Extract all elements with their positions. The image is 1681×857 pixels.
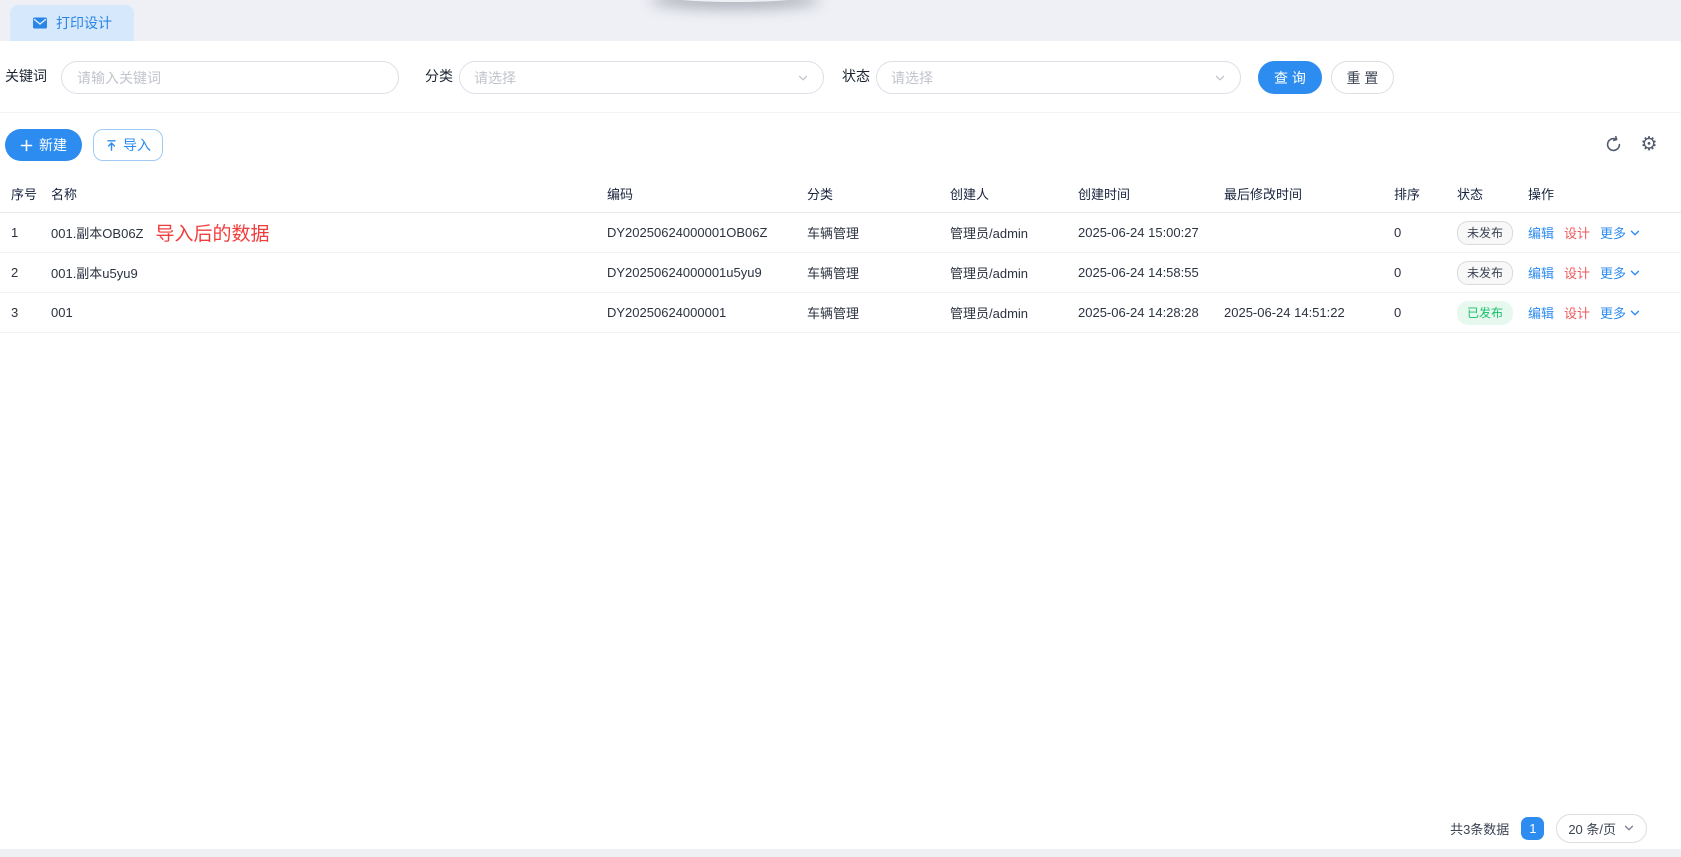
cell-modified-at: 2025-06-24 14:51:22 — [1224, 305, 1394, 320]
toolbar: 新建 导入 ⚙ — [0, 113, 1681, 175]
cell-creator: 管理员/admin — [950, 223, 1078, 242]
status-badge: 未发布 — [1457, 221, 1513, 245]
cell-name: 001 — [51, 305, 607, 320]
table-header: 序号名称编码分类创建人创建时间最后修改时间排序状态操作 — [0, 175, 1681, 213]
design-link[interactable]: 设计 — [1564, 263, 1590, 282]
cell-creator: 管理员/admin — [950, 303, 1078, 322]
cell-created-at: 2025-06-24 14:58:55 — [1078, 265, 1224, 280]
table-row: 2 001.副本u5yu9 DY20250624000001u5yu9 车辆管理… — [0, 253, 1681, 293]
cell-category: 车辆管理 — [807, 263, 950, 282]
search-button[interactable]: 查 询 — [1258, 61, 1322, 94]
plus-icon — [20, 139, 33, 152]
tab-label: 打印设计 — [56, 13, 112, 33]
design-link[interactable]: 设计 — [1564, 303, 1590, 322]
column-header: 状态 — [1457, 184, 1528, 203]
pagination: 共3条数据 1 20 条/页 — [1450, 812, 1647, 844]
filter-bar: 关键词 分类 请选择 状态 请选择 查 询 重 置 — [0, 41, 1681, 113]
page-size-select[interactable]: 20 条/页 — [1556, 814, 1647, 843]
upload-icon — [105, 139, 118, 152]
column-header: 创建人 — [950, 184, 1078, 203]
edit-link[interactable]: 编辑 — [1528, 223, 1554, 242]
status-select[interactable]: 请选择 — [876, 61, 1241, 94]
cell-index: 2 — [0, 265, 51, 280]
new-button[interactable]: 新建 — [5, 129, 82, 161]
cell-sort: 0 — [1394, 225, 1457, 240]
cell-actions: 编辑 设计 更多 — [1528, 263, 1670, 282]
column-header: 最后修改时间 — [1224, 184, 1394, 203]
cell-category: 车辆管理 — [807, 303, 950, 322]
cell-code: DY20250624000001u5yu9 — [607, 265, 807, 280]
more-link[interactable]: 更多 — [1600, 303, 1641, 322]
edit-link[interactable]: 编辑 — [1528, 303, 1554, 322]
record-name: 001.副本OB06Z — [51, 223, 144, 242]
edit-link[interactable]: 编辑 — [1528, 263, 1554, 282]
cell-actions: 编辑 设计 更多 — [1528, 223, 1670, 242]
tab-bar: 打印设计 — [0, 0, 1681, 41]
status-label: 状态 — [842, 66, 870, 86]
cell-created-at: 2025-06-24 14:28:28 — [1078, 305, 1224, 320]
reset-button[interactable]: 重 置 — [1331, 61, 1394, 94]
column-header: 创建时间 — [1078, 184, 1224, 203]
annotation-text: 导入后的数据 — [156, 219, 270, 246]
category-label: 分类 — [425, 66, 453, 86]
category-select[interactable]: 请选择 — [459, 61, 824, 94]
refresh-icon[interactable] — [1602, 133, 1624, 155]
cell-name: 001.副本OB06Z 导入后的数据 — [51, 219, 607, 246]
record-name: 001 — [51, 305, 73, 320]
column-header: 名称 — [51, 184, 607, 203]
cell-index: 3 — [0, 305, 51, 320]
chevron-down-icon — [1629, 267, 1641, 279]
keyword-input[interactable] — [61, 61, 399, 94]
more-link-label: 更多 — [1600, 223, 1626, 242]
cell-status: 已发布 — [1457, 301, 1528, 325]
chevron-down-icon — [1629, 227, 1641, 239]
more-link[interactable]: 更多 — [1600, 223, 1641, 242]
chevron-down-icon — [797, 72, 809, 84]
more-link[interactable]: 更多 — [1600, 263, 1641, 282]
more-link-label: 更多 — [1600, 263, 1626, 282]
cell-created-at: 2025-06-24 15:00:27 — [1078, 225, 1224, 240]
total-count-text: 共3条数据 — [1450, 819, 1509, 838]
cell-actions: 编辑 设计 更多 — [1528, 303, 1670, 322]
tab-print-design[interactable]: 打印设计 — [10, 5, 134, 41]
cell-status: 未发布 — [1457, 261, 1528, 285]
cell-code: DY20250624000001OB06Z — [607, 225, 807, 240]
gear-icon[interactable]: ⚙ — [1638, 133, 1660, 155]
import-button-label: 导入 — [123, 135, 151, 155]
cell-code: DY20250624000001 — [607, 305, 807, 320]
keyword-label: 关键词 — [5, 66, 47, 86]
status-badge: 已发布 — [1457, 301, 1513, 325]
chevron-down-icon — [1629, 307, 1641, 319]
column-header: 排序 — [1394, 184, 1457, 203]
cell-creator: 管理员/admin — [950, 263, 1078, 282]
column-header: 序号 — [0, 184, 51, 203]
table-body: 1 001.副本OB06Z 导入后的数据 DY20250624000001OB0… — [0, 213, 1681, 333]
cell-index: 1 — [0, 225, 51, 240]
page-number-button[interactable]: 1 — [1521, 817, 1544, 840]
cell-name: 001.副本u5yu9 — [51, 263, 607, 282]
cell-category: 车辆管理 — [807, 223, 950, 242]
chevron-down-icon — [1623, 822, 1635, 834]
column-header: 编码 — [607, 184, 807, 203]
status-badge: 未发布 — [1457, 261, 1513, 285]
column-header: 分类 — [807, 184, 950, 203]
new-button-label: 新建 — [39, 135, 67, 155]
cell-sort: 0 — [1394, 305, 1457, 320]
page-size-label: 20 条/页 — [1568, 819, 1616, 838]
chevron-down-icon — [1214, 72, 1226, 84]
cell-sort: 0 — [1394, 265, 1457, 280]
import-button[interactable]: 导入 — [93, 129, 163, 161]
cell-status: 未发布 — [1457, 221, 1528, 245]
status-select-placeholder: 请选择 — [891, 68, 1214, 88]
table-row: 3 001 DY20250624000001 车辆管理 管理员/admin 20… — [0, 293, 1681, 333]
bottom-strip — [0, 849, 1681, 857]
column-header: 操作 — [1528, 184, 1670, 203]
print-design-tab-icon — [32, 15, 48, 31]
category-select-placeholder: 请选择 — [474, 68, 797, 88]
records-table: 序号名称编码分类创建人创建时间最后修改时间排序状态操作 1 001.副本OB06… — [0, 175, 1681, 333]
table-row: 1 001.副本OB06Z 导入后的数据 DY20250624000001OB0… — [0, 213, 1681, 253]
record-name: 001.副本u5yu9 — [51, 263, 138, 282]
design-link[interactable]: 设计 — [1564, 223, 1590, 242]
more-link-label: 更多 — [1600, 303, 1626, 322]
